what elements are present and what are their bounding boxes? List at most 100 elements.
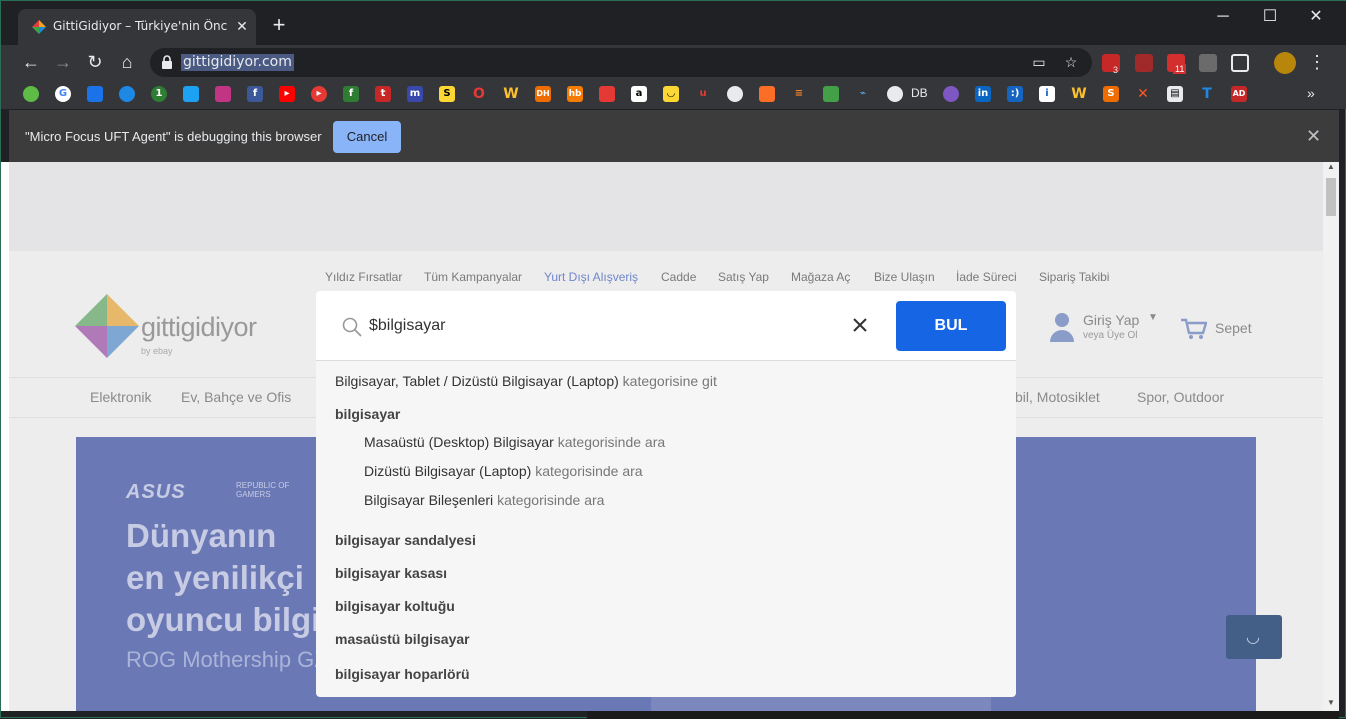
top-nav-link[interactable]: Satış Yap bbox=[718, 270, 769, 284]
search-submit-button[interactable]: BUL bbox=[896, 301, 1006, 351]
bookmark-smile-icon[interactable]: ◡ bbox=[663, 86, 679, 102]
bookmark-s2-icon[interactable]: S bbox=[1103, 86, 1119, 102]
bookmark-purple-icon[interactable] bbox=[943, 86, 959, 102]
bookmark-info-icon[interactable]: i bbox=[1039, 86, 1055, 102]
bookmark-screen-icon[interactable]: ▤ bbox=[1167, 86, 1183, 102]
top-nav-link[interactable]: Yıldız Fırsatlar bbox=[325, 270, 402, 284]
gittigidiyor-favicon-icon bbox=[32, 20, 46, 34]
category-link[interactable]: Elektronik bbox=[90, 389, 151, 405]
bookmark-t-icon[interactable]: t bbox=[375, 86, 391, 102]
category-link[interactable]: Ev, Bahçe ve Ofis bbox=[181, 389, 291, 405]
bookmark-facebook-icon[interactable]: f bbox=[247, 86, 263, 102]
bookmark-linkedin-icon[interactable]: in bbox=[975, 86, 991, 102]
infobar-close-icon[interactable]: ✕ bbox=[1306, 126, 1321, 147]
bookmark-s-icon[interactable]: S bbox=[439, 86, 455, 102]
bookmark-outlook-icon[interactable] bbox=[87, 86, 103, 102]
drive-extension-icon[interactable] bbox=[1231, 54, 1249, 72]
keyword-suggestion[interactable]: bilgisayar sandalyesi bbox=[335, 532, 476, 548]
bookmark-twitter-icon[interactable] bbox=[183, 86, 199, 102]
bookmark-hb-icon[interactable]: hb bbox=[567, 86, 583, 102]
keyword-suggestion[interactable]: bilgisayar kasası bbox=[335, 565, 447, 581]
banner-rog-text: REPUBLIC OF GAMERS bbox=[236, 481, 290, 499]
top-nav-link[interactable]: Tüm Kampanyalar bbox=[424, 270, 522, 284]
subcategory-suggestion[interactable]: Dizüstü Bilgisayar (Laptop) kategorisind… bbox=[364, 463, 643, 479]
pdf-extension-icon[interactable] bbox=[1135, 54, 1153, 72]
bookmark-github-icon[interactable] bbox=[727, 86, 743, 102]
bookmark-smiley-icon[interactable]: :) bbox=[1007, 86, 1023, 102]
bookmark-stackoverflow-icon[interactable]: ≡ bbox=[791, 86, 807, 102]
cast-icon[interactable]: ▭ bbox=[1030, 53, 1048, 71]
category-link[interactable]: Spor, Outdoor bbox=[1137, 389, 1224, 405]
bookmark-bag-icon[interactable] bbox=[599, 86, 615, 102]
bookmark-green-icon[interactable] bbox=[823, 86, 839, 102]
user-icon bbox=[1050, 313, 1074, 342]
bookmark-amazon-icon[interactable]: a bbox=[631, 86, 647, 102]
bookmark-play-icon[interactable]: ▸ bbox=[311, 86, 327, 102]
bookmarks-overflow-icon[interactable]: » bbox=[1307, 85, 1315, 101]
top-nav-link[interactable]: Mağaza Aç bbox=[791, 270, 850, 284]
minimize-button[interactable]: ─ bbox=[1211, 7, 1235, 27]
keyword-suggestion[interactable]: bilgisayar koltuğu bbox=[335, 598, 455, 614]
menu-kebab-icon[interactable]: ⋮ bbox=[1305, 51, 1329, 73]
cart-icon bbox=[1181, 318, 1207, 339]
left-edge bbox=[1, 162, 9, 711]
tab-gittigidiyor[interactable]: GittiGidiyor – Türkiye'nin Öncü Alışveri… bbox=[18, 9, 256, 45]
debugging-infobar: "Micro Focus UFT Agent" is debugging thi… bbox=[9, 110, 1339, 162]
bookmark-db-label[interactable]: DB bbox=[911, 86, 928, 100]
bookmark-globe-icon[interactable] bbox=[887, 86, 903, 102]
bookmark-m-icon[interactable]: m bbox=[407, 86, 423, 102]
bookmark-drop-icon[interactable] bbox=[23, 86, 39, 102]
address-bar[interactable]: gittigidiyor.com ▭ ☆ bbox=[150, 48, 1092, 77]
subcategory-suggestion[interactable]: Masaüstü (Desktop) Bilgisayar kategorisi… bbox=[364, 434, 665, 450]
top-nav-link[interactable]: Yurt Dışı Alışveriş bbox=[544, 270, 638, 284]
clear-search-icon[interactable] bbox=[850, 315, 870, 335]
bookmark-feedly-icon[interactable]: f bbox=[343, 86, 359, 102]
scroll-down-icon[interactable]: ▼ bbox=[1327, 698, 1335, 707]
bookmark-udemy-icon[interactable]: u bbox=[695, 86, 711, 102]
search-bar: $bilgisayar BUL bbox=[316, 291, 1016, 361]
url-text[interactable]: gittigidiyor.com bbox=[181, 54, 294, 71]
keyword-suggestion[interactable]: bilgisayar hoparlörü bbox=[335, 666, 470, 682]
bookmark-t2-icon[interactable]: T bbox=[1199, 86, 1215, 102]
bookmark-whatsapp-icon[interactable]: 1 bbox=[151, 86, 167, 102]
new-tab-button[interactable]: + bbox=[268, 14, 290, 37]
bookmark-dh-icon[interactable]: DH bbox=[535, 86, 551, 102]
scrollbar-thumb[interactable] bbox=[1326, 178, 1336, 216]
maximize-button[interactable]: ☐ bbox=[1258, 7, 1282, 27]
bookmark-instagram-icon[interactable] bbox=[215, 86, 231, 102]
chat-button[interactable]: ◡ bbox=[1226, 615, 1282, 659]
bookmark-sh-icon[interactable]: ⌁ bbox=[855, 86, 871, 102]
category-link-suggestion[interactable]: Bilgisayar, Tablet / Dizüstü Bilgisayar … bbox=[335, 373, 717, 389]
bookmark-w-icon[interactable]: W bbox=[503, 86, 519, 102]
bookmark-circle-icon[interactable] bbox=[119, 86, 135, 102]
close-window-button[interactable]: ✕ bbox=[1304, 7, 1328, 27]
forward-button[interactable]: → bbox=[51, 51, 75, 73]
top-nav-link[interactable]: Bize Ulaşın bbox=[874, 270, 935, 284]
keyword-suggestion[interactable]: masaüstü bilgisayar bbox=[335, 631, 470, 647]
bookmark-x-icon[interactable]: ✕ bbox=[1135, 86, 1151, 102]
top-nav-link[interactable]: Sipariş Takibi bbox=[1039, 270, 1109, 284]
reload-button[interactable]: ↻ bbox=[83, 51, 107, 73]
scroll-up-icon[interactable]: ▲ bbox=[1327, 162, 1335, 171]
gittigidiyor-logo[interactable]: gittigidiyor by ebay bbox=[75, 294, 285, 358]
bookmark-opera-icon[interactable]: O bbox=[471, 86, 487, 102]
analytics-extension-icon[interactable] bbox=[1199, 54, 1217, 72]
page-scrollbar[interactable]: ▲ ▼ bbox=[1323, 162, 1339, 711]
bookmark-star-icon[interactable]: ☆ bbox=[1062, 53, 1080, 71]
top-nav-link[interactable]: Cadde bbox=[661, 270, 696, 284]
search-input[interactable]: $bilgisayar bbox=[369, 317, 445, 335]
back-button[interactable]: ← bbox=[19, 51, 43, 73]
bookmark-w2-icon[interactable]: W bbox=[1071, 86, 1087, 102]
top-nav-link[interactable]: İade Süreci bbox=[956, 270, 1017, 284]
bookmark-gitlab-icon[interactable] bbox=[759, 86, 775, 102]
bookmark-ad-icon[interactable]: AD bbox=[1231, 86, 1247, 102]
subcategory-suggestion[interactable]: Bilgisayar Bileşenleri kategorisinde ara bbox=[364, 492, 604, 508]
home-button[interactable]: ⌂ bbox=[115, 51, 139, 73]
tab-close-icon[interactable]: ✕ bbox=[234, 18, 250, 34]
profile-avatar[interactable] bbox=[1274, 52, 1296, 74]
bookmark-google-icon[interactable]: G bbox=[55, 86, 71, 102]
infobar-cancel-button[interactable]: Cancel bbox=[333, 121, 401, 153]
bookmark-youtube-icon[interactable]: ▸ bbox=[279, 86, 295, 102]
suggestion-group-title[interactable]: bilgisayar bbox=[335, 406, 400, 422]
logo-pinwheel-icon bbox=[75, 294, 139, 358]
